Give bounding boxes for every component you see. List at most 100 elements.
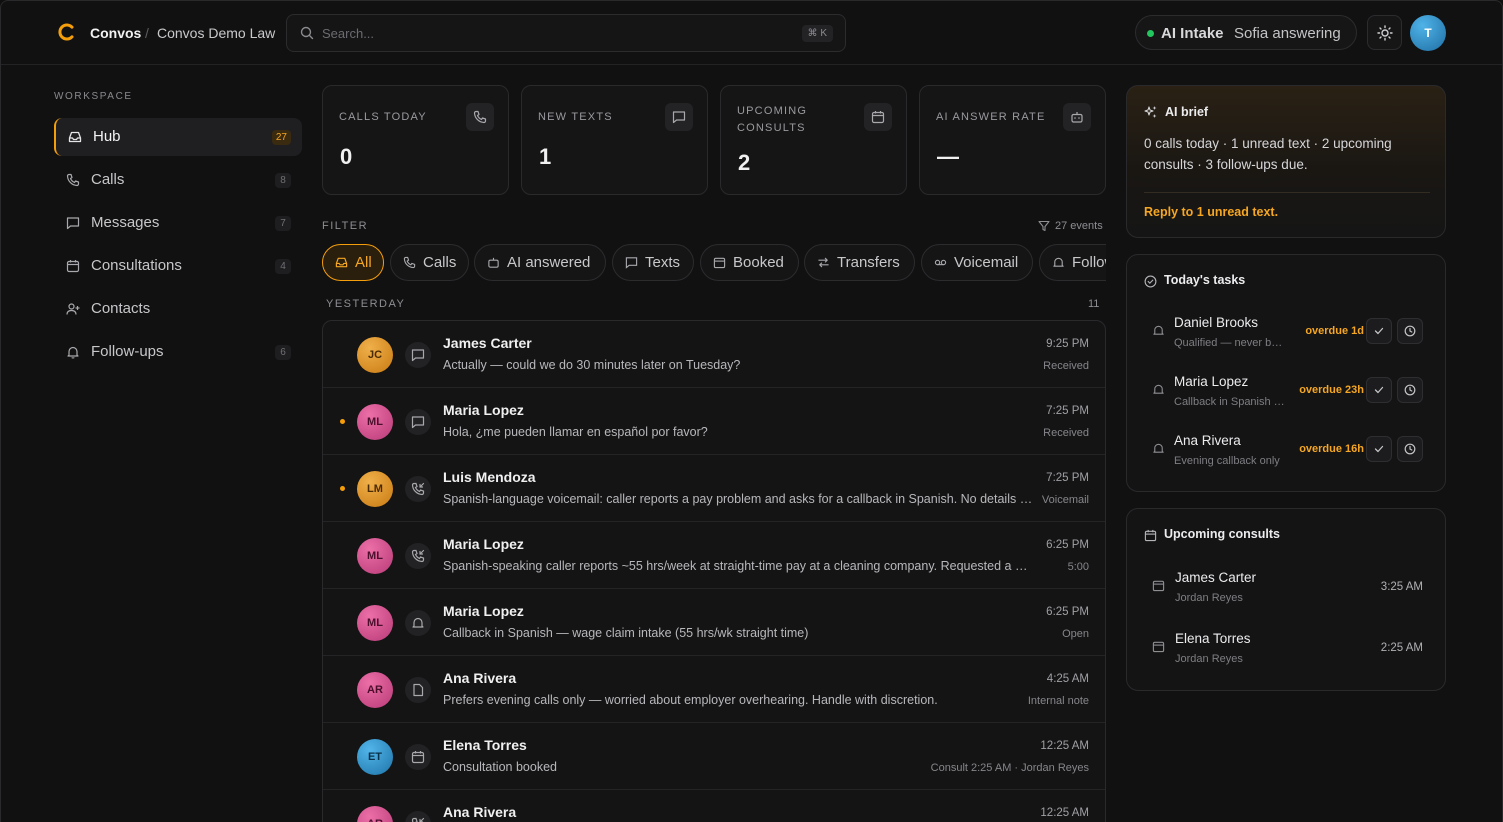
feed-row[interactable]: AR Ana Rivera Prefers evening calls only… — [323, 656, 1105, 723]
message-preview: Spanish-language voicemail: caller repor… — [443, 492, 1033, 506]
complete-task-button[interactable] — [1366, 318, 1392, 344]
sidebar-item-consultations[interactable]: Consultations 4 — [54, 247, 302, 285]
inbox-icon — [335, 257, 348, 268]
brand-name[interactable]: Convos — [90, 25, 141, 41]
snooze-task-button[interactable] — [1397, 436, 1423, 462]
bell-icon — [1053, 257, 1064, 267]
consult-attorney: Jordan Reyes — [1175, 653, 1243, 665]
snooze-task-button[interactable] — [1397, 377, 1423, 403]
ai-brief-action-link[interactable]: Reply to 1 unread text. — [1144, 205, 1278, 219]
timestamp: 9:25 PM — [1046, 338, 1089, 350]
stat-value: 1 — [539, 144, 552, 169]
filter-chip-follow-ups[interactable]: Follow-ups — [1039, 244, 1106, 281]
feed-row[interactable]: ML Maria Lopez Callback in Spanish — wag… — [323, 589, 1105, 656]
stat-card-upcoming-consults[interactable]: UPCOMING CONSULTS 2 — [720, 85, 907, 195]
sidebar-item-calls[interactable]: Calls 8 — [54, 161, 302, 199]
task-description: Evening callback only — [1174, 455, 1280, 467]
filter-chip-transfers[interactable]: Transfers — [804, 244, 915, 281]
task-item[interactable]: Maria Lopez Callback in Spanish — wage c… — [1144, 371, 1430, 421]
contact-name: Ana Rivera — [443, 804, 517, 820]
bell-icon — [1153, 325, 1164, 335]
check-circle-icon — [1144, 275, 1157, 288]
phone-icon — [466, 103, 494, 131]
ai-intake-status: Sofia answering — [1234, 25, 1341, 42]
theme-toggle-button[interactable] — [1367, 15, 1402, 50]
task-overdue: overdue 1d — [1305, 325, 1364, 337]
calendar-icon — [1152, 641, 1165, 653]
sidebar-item-messages[interactable]: Messages 7 — [54, 204, 302, 242]
bot-icon — [1063, 103, 1091, 131]
event-status: Consult 2:25 AM · Jordan Reyes — [930, 762, 1089, 774]
filter-chip-label: Voicemail — [954, 254, 1019, 271]
calendar-icon — [713, 257, 726, 269]
events-count-label: 27 events — [1055, 220, 1103, 232]
feed-row[interactable]: ML Maria Lopez Hola, ¿me pueden llamar e… — [323, 388, 1105, 455]
search-input[interactable]: Search... ⌘ K — [286, 14, 846, 52]
sidebar-item-contacts[interactable]: Contacts — [54, 290, 302, 328]
check-icon — [1374, 445, 1384, 453]
call-duration: 5:00 — [1067, 561, 1089, 573]
ai-intake-label: AI Intake — [1161, 25, 1224, 42]
task-item[interactable]: Ana Rivera Evening callback only overdue… — [1144, 430, 1430, 480]
feed-row[interactable]: ML Maria Lopez Spanish-speaking caller r… — [323, 522, 1105, 589]
bot-icon — [488, 257, 499, 268]
filter-chip-label: Texts — [645, 254, 681, 271]
tasks-title: Today's tasks — [1164, 273, 1246, 287]
filter-chip-texts[interactable]: Texts — [612, 244, 694, 281]
consult-attorney: Jordan Reyes — [1175, 592, 1243, 604]
user-avatar[interactable]: T — [1410, 15, 1446, 51]
bell-icon — [1153, 384, 1164, 394]
sidebar-item-count: 27 — [271, 130, 291, 145]
filter-chip-calls[interactable]: Calls — [390, 244, 469, 281]
consult-item[interactable]: James Carter Jordan Reyes 3:25 AM — [1144, 567, 1430, 617]
consult-item[interactable]: Elena Torres Jordan Reyes 2:25 AM — [1144, 628, 1430, 678]
consult-time: 2:25 AM — [1380, 642, 1423, 654]
event-status: Received — [1043, 360, 1089, 372]
convos-logo-icon[interactable] — [58, 23, 76, 41]
task-description: Qualified — never booked — [1174, 337, 1286, 349]
message-icon — [405, 409, 431, 435]
consult-time: 3:25 AM — [1380, 581, 1423, 593]
calendar-icon — [66, 260, 80, 273]
message-preview: Actually — could we do 30 minutes later … — [443, 358, 741, 372]
task-item[interactable]: Daniel Brooks Qualified — never booked o… — [1144, 312, 1430, 362]
clock-icon — [1404, 443, 1416, 455]
calendar-icon — [405, 744, 431, 770]
complete-task-button[interactable] — [1366, 377, 1392, 403]
inbox-icon — [68, 131, 82, 143]
complete-task-button[interactable] — [1366, 436, 1392, 462]
filter-chip-all[interactable]: All — [322, 244, 384, 281]
sidebar-item-hub[interactable]: Hub 27 — [54, 118, 302, 156]
bell-icon — [405, 610, 431, 636]
filter-chip-booked[interactable]: Booked — [700, 244, 799, 281]
filter-chip-voicemail[interactable]: Voicemail — [921, 244, 1033, 281]
snooze-task-button[interactable] — [1397, 318, 1423, 344]
task-overdue: overdue 23h — [1299, 384, 1364, 396]
avatar: ET — [357, 739, 393, 775]
contact-name: Maria Lopez — [443, 402, 524, 418]
filter-label: FILTER — [322, 220, 369, 232]
ai-intake-toggle[interactable]: AI Intake Sofia answering — [1135, 15, 1357, 50]
feed-row[interactable]: AR Ana Rivera 12:25 AM — [323, 790, 1105, 822]
voicemail-icon — [934, 259, 947, 266]
feed-row[interactable]: LM Luis Mendoza Spanish-language voicema… — [323, 455, 1105, 522]
todays-tasks-panel: Today's tasks Daniel Brooks Qualified — … — [1126, 254, 1446, 492]
calendar-icon — [1144, 529, 1157, 542]
sidebar-item-label: Messages — [91, 214, 160, 231]
phone-incoming-icon — [405, 543, 431, 569]
timestamp: 4:25 AM — [1046, 673, 1089, 685]
sidebar-item-follow-ups[interactable]: Follow-ups 6 — [54, 333, 302, 371]
filter-chip-label: Calls — [423, 254, 457, 271]
stat-card-ai-answer-rate[interactable]: AI ANSWER RATE — — [919, 85, 1106, 195]
feed-row[interactable]: JC James Carter Actually — could we do 3… — [323, 321, 1105, 388]
ai-brief-panel: AI brief 0 calls today · 1 unread text ·… — [1126, 85, 1446, 238]
breadcrumb-org[interactable]: Convos Demo Law — [157, 25, 275, 41]
activity-feed: JC James Carter Actually — could we do 3… — [322, 320, 1106, 822]
stat-card-calls-today[interactable]: CALLS TODAY 0 — [322, 85, 509, 195]
feed-row[interactable]: ET Elena Torres Consultation booked 12:2… — [323, 723, 1105, 790]
calendar-icon — [864, 103, 892, 131]
event-status: Received — [1043, 427, 1089, 439]
stat-label: UPCOMING CONSULTS — [737, 105, 808, 134]
filter-chip-ai-answered[interactable]: AI answered — [474, 244, 606, 281]
stat-card-new-texts[interactable]: NEW TEXTS 1 — [521, 85, 708, 195]
